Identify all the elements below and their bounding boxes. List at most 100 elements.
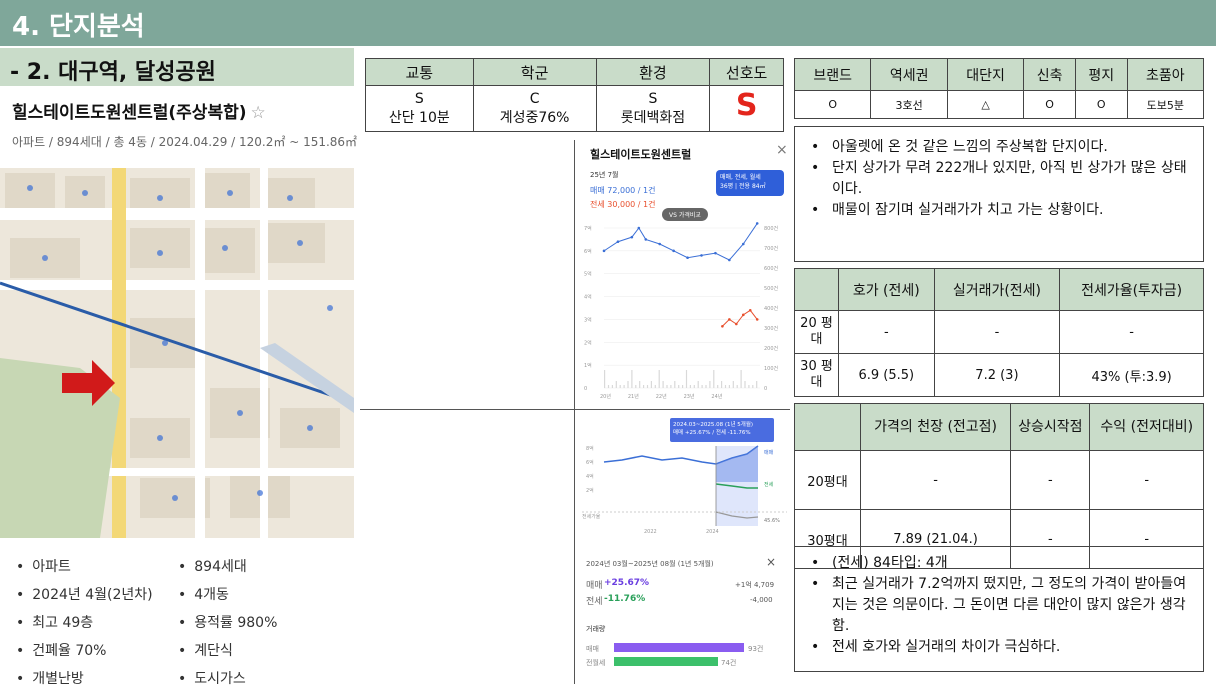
price-panel: 힐스테이트도원센트럴 × 25년 7월 매매 72,000 / 1건 전세 30… [580,140,790,408]
data-point [658,242,662,246]
volume-bar [752,385,754,388]
header-ask: 호가 (전세) [838,268,935,311]
close-icon[interactable]: × [766,555,776,569]
price-table: 호가 (전세) 실거래가(전세) 전세가율(투자금) 20 평대 - - - 3… [794,268,1204,397]
x-tick-label: 21년 [628,393,639,400]
badge-bottom: 36평 | 전용 84㎡ [720,183,766,190]
data-point [755,222,759,225]
period-x-label: 2024 [706,529,719,534]
detail: 롯데백화점 [620,109,686,126]
volume-bar [615,381,617,388]
y2-tick-label: 800건 [764,225,779,232]
header-ratio: 전세가율(투자금) [1059,268,1204,311]
facts-list: 아파트 894세대 2024년 4월(2년차) 4개동 최고 49층 용적률 9… [16,556,346,688]
header-peak: 가격의 천장 (전고점) [859,403,1012,451]
volume-bar [728,385,730,388]
volume-bar [646,385,649,388]
panel-title: 힐스테이트도원센트럴 [590,148,692,161]
volume-bar-jeonse [614,657,718,666]
fact-item: 아파트 [16,556,178,576]
note-item: 전세 호가와 실거래의 차이가 극심하다. [805,637,1193,658]
period-y-label: 6억 [586,459,594,466]
header-station: 역세권 [870,58,948,91]
volume-bar [685,370,688,388]
data-point [700,254,703,257]
volume-title: 거래량 [586,625,606,633]
price-chart: 7억 6억 5억 4억 3억 2억 1억 0 800건 700건 600건 500건 400건 300건 2… [584,222,779,400]
volume-bar [748,385,750,388]
volume-bar [744,381,746,388]
fact-item: 도시가스 [178,668,338,688]
y-tick-label: 0 [584,386,587,392]
fact-item: 894세대 [178,556,338,576]
volume-bar [693,385,695,388]
evaluation-table: 교통 학군 환경 선호도 S 산단 10분 C 계성중76% S 롯데백화점 S [365,58,784,132]
y-tick-label: 2억 [584,339,592,346]
location-map[interactable] [0,168,354,538]
data-point [721,324,724,328]
vol-count: 93건 [748,645,764,653]
note-item: 아울렛에 온 것 같은 느낌의 주상복합 단지이다. [805,137,1193,158]
close-icon[interactable]: × [776,142,788,158]
stats-card: 2024년 03월~2025년 08월 (1년 5개월) × 매매 +25.67… [580,548,786,678]
volume-bar [705,385,707,388]
volume-bar [709,381,711,388]
data-point [644,238,648,241]
volume-bar [619,385,621,388]
data-point [637,226,641,230]
fact-item: 4개동 [178,584,338,604]
y-tick-label: 5억 [584,271,592,278]
period-jeonse: 전세 -11.76% [715,430,751,436]
volume-bar [756,381,758,388]
peak-table: 가격의 천장 (전고점) 상승시작점 수익 (전저대비) 20평대 - - - … [794,403,1204,569]
data-point [728,258,731,262]
stats-sale-label: 매매 [586,581,603,591]
grade: C [529,90,540,107]
fact-item: 계단식 [178,640,338,660]
large-value: △ [946,90,1025,119]
star-icon[interactable]: ☆ [251,103,266,123]
header-environment: 환경 [595,58,711,86]
stats-sale-amt: +1억 4,709 [735,581,775,589]
period-x-label: 2022 [644,529,657,534]
header-large: 대단지 [946,58,1025,91]
environment-cell: S 롯데백화점 [595,85,711,132]
period-sale: 매매 +25.67% [673,430,711,436]
data-point [616,240,620,244]
volume-bar [678,385,680,388]
note-item: 최근 실거래가 7.2억까지 떴지만, 그 정도의 가격이 받아들여지는 것은 … [805,574,1193,637]
detail: 산단 10분 [388,109,450,126]
notes-box: 아울렛에 온 것 같은 느낌의 주상복합 단지이다. 단지 상가가 무려 222… [794,126,1204,262]
series-line-sale [603,223,758,261]
y2-tick-label: 500건 [764,285,779,292]
notes-box-2: (전세) 84타입: 4개 최근 실거래가 7.2억까지 떴지만, 그 정도의 … [794,546,1204,672]
fact-item: 건폐율 70% [16,640,178,660]
cell: - [859,450,1012,510]
header-new: 신축 [1023,58,1076,91]
header-empty [794,268,839,311]
x-tick-label: 22년 [656,393,667,400]
vol-label: 매매 [586,645,599,653]
volume-bar [724,385,727,388]
y-tick-label: 6억 [584,248,592,255]
period-y-label: 4억 [586,473,594,480]
stats-period: 2024년 03월~2025년 08월 (1년 5개월) [586,560,714,568]
volume-bar [697,381,699,388]
volume-bar [674,381,676,388]
y-tick-label: 4억 [584,294,592,301]
trade-type-badge[interactable]: 매매, 전세, 월세 36평 | 전용 84㎡ [716,170,784,196]
complex-name-text: 힐스테이트도원센트럴(주상복합) [12,103,247,123]
grade: S [414,90,424,107]
y2-tick-label: 600건 [764,265,779,272]
complex-meta: 아파트 / 894세대 / 총 4동 / 2024.04.29 / 120.2㎡… [12,135,358,149]
stats-jeonse-label: 전세 [586,597,603,607]
page-title: 4. 단지분석 [12,12,145,42]
panel-month: 25년 7월 [590,171,619,179]
x-tick-label: 23년 [684,393,695,400]
volume-bar [604,370,606,388]
data-point [672,249,675,253]
volume-bar [650,381,652,388]
header-school-near: 초품아 [1126,58,1205,91]
header-actual: 실거래가(전세) [933,268,1061,311]
fact-item: 최고 49층 [16,612,178,632]
